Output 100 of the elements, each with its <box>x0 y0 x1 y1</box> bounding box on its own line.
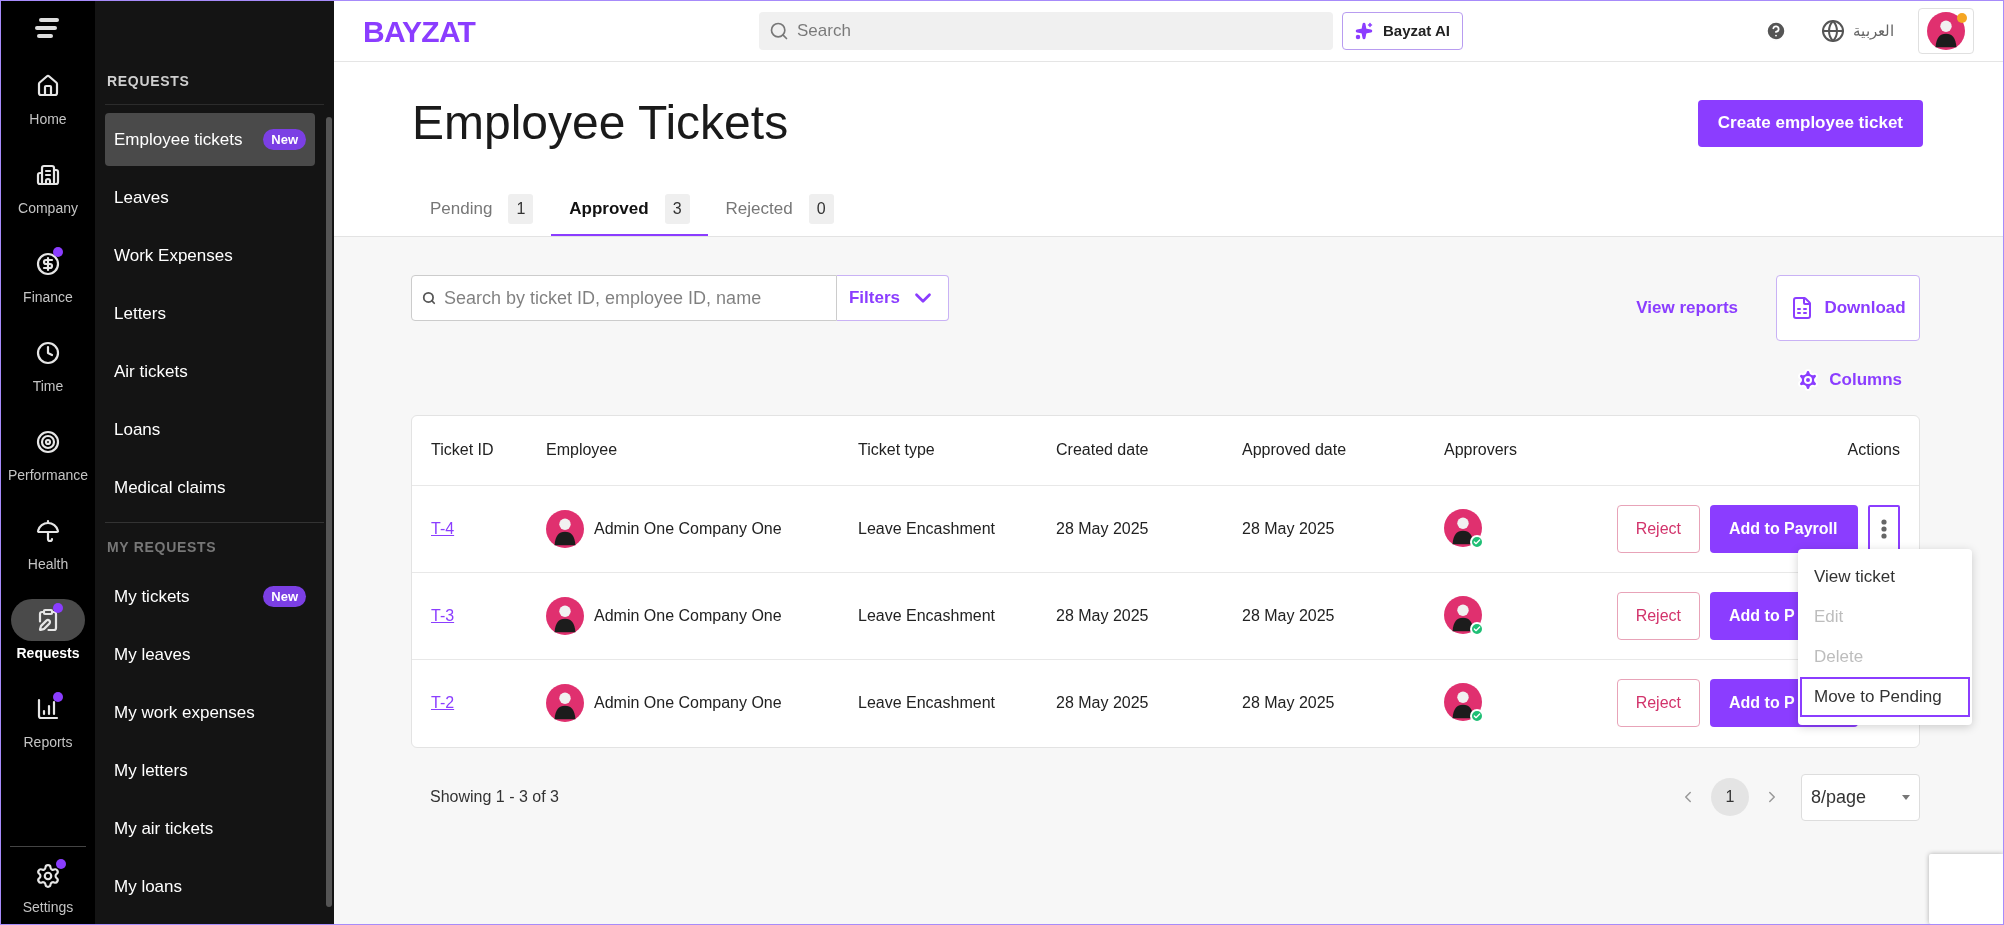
table-cell: 28 May 2025 <box>1056 694 1149 711</box>
umbrella-icon <box>36 519 60 543</box>
column-header: Approvers <box>1444 440 1517 460</box>
ticket-link[interactable]: T-3 <box>431 606 455 624</box>
status-tab[interactable]: Approved 3 <box>551 184 708 236</box>
menu-icon[interactable] <box>35 17 61 39</box>
employee-avatar <box>546 596 584 635</box>
sidebar-item[interactable]: Leaves <box>105 171 315 224</box>
ticket-link[interactable]: T-4 <box>431 519 455 537</box>
column-header: Employee <box>546 440 618 460</box>
table-cell: Leave Encashment <box>858 606 995 624</box>
profile-button[interactable] <box>1918 8 1974 54</box>
download-button[interactable]: Download <box>1776 275 1920 341</box>
profile-avatar <box>1927 12 1965 50</box>
language-switcher[interactable]: العربية <box>1821 19 1894 43</box>
sidebar-item[interactable]: My leaves <box>105 628 315 681</box>
home-icon <box>36 74 60 98</box>
sidebar-item[interactable]: Medical claims <box>105 461 315 514</box>
menu-item[interactable]: Move to Pending <box>1800 676 1970 717</box>
add-to-payroll-button[interactable]: Add to Payroll <box>1710 504 1858 553</box>
page-size-select[interactable]: 8/page <box>1801 773 1920 821</box>
target-icon <box>36 430 60 454</box>
tab-count: 3 <box>664 194 690 224</box>
ticket-link[interactable]: T-2 <box>431 694 455 711</box>
page-title: Employee Tickets <box>412 95 789 151</box>
reject-button[interactable]: Reject <box>1616 591 1700 640</box>
column-header: Created date <box>1056 440 1149 460</box>
rail-item[interactable]: Settings <box>22 861 74 918</box>
sidebar-item[interactable]: My tickets New <box>105 570 315 623</box>
sidebar-item[interactable]: My loans <box>105 860 315 913</box>
sidebar-item[interactable]: My work expenses <box>105 686 315 739</box>
column-header: Ticket type <box>858 440 935 460</box>
tab-count: 0 <box>808 194 834 224</box>
rail-item[interactable]: Performance <box>1 417 95 506</box>
status-tab[interactable]: Rejected 0 <box>707 184 852 236</box>
rail-label: Time <box>32 377 64 396</box>
sparkles-icon <box>1355 22 1373 40</box>
new-badge: New <box>263 585 306 608</box>
caret-down-icon <box>1902 794 1910 800</box>
sidebar-item[interactable]: Work Expenses <box>105 229 315 282</box>
help-icon[interactable] <box>1765 20 1787 42</box>
globe-icon <box>1821 19 1845 43</box>
table-cell: 28 May 2025 <box>1242 606 1335 624</box>
chart-icon <box>36 697 60 721</box>
table-cell: 28 May 2025 <box>1242 694 1335 711</box>
logo[interactable]: BAYZAT <box>363 8 759 54</box>
rail-label: Health <box>27 555 69 574</box>
employee-name: Admin One Company One <box>594 518 782 539</box>
rail-item[interactable]: Reports <box>1 684 95 773</box>
pagination-summary: Showing 1 - 3 of 3 <box>430 787 559 807</box>
kebab-icon <box>1881 518 1887 539</box>
rail-label: Settings <box>22 898 74 917</box>
dollar-icon <box>36 252 60 276</box>
employee-name: Admin One Company One <box>594 693 782 713</box>
column-header: Approved date <box>1242 440 1347 460</box>
reject-button[interactable]: Reject <box>1616 679 1700 727</box>
rail-item[interactable]: Requests <box>1 595 95 684</box>
section-heading: MY REQUESTS <box>106 538 218 557</box>
rail-item[interactable]: Home <box>1 61 95 150</box>
page-number[interactable]: 1 <box>1711 778 1749 816</box>
rail-item[interactable]: Company <box>1 150 95 239</box>
columns-button[interactable]: Columns <box>1796 367 1902 393</box>
rail-label: Home <box>29 110 67 129</box>
sidebar-item[interactable]: Air tickets <box>105 345 315 398</box>
settings-icon <box>35 863 61 889</box>
reject-button[interactable]: Reject <box>1616 504 1700 553</box>
rail-item[interactable]: Finance <box>1 239 95 328</box>
view-reports-link[interactable]: View reports <box>1636 295 1738 321</box>
sidebar-item[interactable]: Loans <box>105 403 315 456</box>
sidebar-item[interactable]: Letters <box>105 287 315 340</box>
ai-button[interactable]: Bayzat AI <box>1342 12 1463 50</box>
check-icon <box>1470 709 1484 723</box>
table-cell: Leave Encashment <box>858 519 995 537</box>
rail-item[interactable]: Health <box>1 506 95 595</box>
sidebar-item[interactable]: My letters <box>105 744 315 797</box>
employee-name: Admin One Company One <box>594 605 782 626</box>
employee-avatar <box>546 509 584 548</box>
rail-item[interactable]: Time <box>1 328 95 417</box>
settings-icon <box>1796 367 1821 392</box>
employee-avatar <box>546 684 584 722</box>
table-cell: Leave Encashment <box>858 694 995 711</box>
sidebar-item[interactable]: My air tickets <box>105 802 315 855</box>
column-header: Ticket ID <box>431 440 494 460</box>
rail-label: Reports <box>23 733 73 752</box>
column-header: Actions <box>1847 440 1900 460</box>
status-tab[interactable]: Pending 1 <box>412 184 552 236</box>
create-ticket-button[interactable]: Create employee ticket <box>1697 99 1923 147</box>
search-icon <box>769 21 789 41</box>
search-icon <box>422 291 436 305</box>
sidebar-item[interactable]: Employee tickets New <box>105 113 315 166</box>
section-heading: REQUESTS <box>105 71 324 105</box>
tab-count: 1 <box>508 194 534 224</box>
table-cell: 28 May 2025 <box>1242 519 1335 537</box>
clipboard-icon <box>36 608 60 632</box>
table-cell: 28 May 2025 <box>1056 606 1149 624</box>
filters-button[interactable]: Filters <box>837 275 949 321</box>
clock-icon <box>36 341 60 365</box>
building-icon <box>36 163 60 187</box>
new-badge: New <box>263 128 306 151</box>
table-cell: 28 May 2025 <box>1056 519 1149 537</box>
